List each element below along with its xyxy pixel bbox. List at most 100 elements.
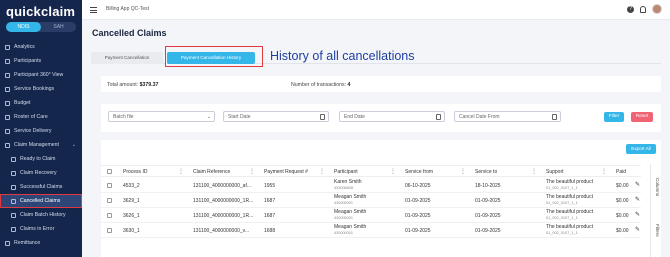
service-to-cell: 01-09-2025 xyxy=(475,198,501,204)
table-header: Process ID Claim Reference Payment Request… xyxy=(101,165,641,177)
service-to-cell: 01-09-2025 xyxy=(475,228,501,234)
chevron-down-icon[interactable]: ⌄ xyxy=(72,142,76,148)
sidebar-item-cancelled-claims[interactable]: Cancelled Claims xyxy=(0,194,82,208)
support-name-cell: The beautiful product xyxy=(546,194,593,200)
page-title: Cancelled Claims xyxy=(92,28,167,38)
support-code-cell: 01_002_0107_1_1 xyxy=(546,216,578,220)
process-id-cell: 3630_1 xyxy=(123,228,140,234)
edit-pencil-icon[interactable]: ✎ xyxy=(635,211,640,218)
sidebar-item-participant-360-view[interactable]: Participant 360° View xyxy=(0,68,82,82)
support-name-cell: The beautiful product xyxy=(546,224,593,230)
claim-reference-cell: 131100_4000000000_1R... xyxy=(193,213,254,219)
sidebar-item-analytics[interactable]: Analytics xyxy=(0,40,82,54)
table-row[interactable]: 3626_1 131100_4000000000_1R... 1687 Meagan … xyxy=(101,208,641,223)
start-date-field[interactable]: Start Date xyxy=(223,111,329,122)
row-checkbox[interactable] xyxy=(107,213,112,218)
avatar[interactable] xyxy=(652,4,662,14)
ready-to-claim-icon xyxy=(11,156,16,162)
sidebar-item-claims-in-error[interactable]: Claims in Error xyxy=(0,222,82,236)
annotation-text: History of all cancellations xyxy=(270,49,415,63)
end-date-field[interactable]: End Date xyxy=(339,111,445,122)
sidebar-item-remittance[interactable]: Remittance xyxy=(0,236,82,250)
reset-button[interactable]: Reset xyxy=(631,112,653,122)
cancel-date-from-field[interactable]: Cancel Date From xyxy=(454,111,561,122)
column-menu-icon[interactable]: ⋮ xyxy=(319,168,325,175)
sidebar-item-roster-of-care[interactable]: Roster of Care xyxy=(0,110,82,124)
filters-panel-toggle[interactable]: Filters xyxy=(655,224,660,237)
help-icon[interactable]: ? xyxy=(627,5,634,13)
column-menu-icon[interactable]: ⋮ xyxy=(531,168,537,175)
table-row[interactable]: 4533_2 131100_4000000000_af... 1955 Karen S… xyxy=(101,178,641,193)
toggle-sah[interactable]: SAH xyxy=(41,22,76,32)
program-toggle[interactable]: NDIS SAH xyxy=(6,22,76,32)
paid-cell: $0.00 xyxy=(616,228,629,234)
service-to-cell: 18-10-2025 xyxy=(475,183,501,189)
process-id-cell: 3626_1 xyxy=(123,213,140,219)
edit-pencil-icon[interactable]: ✎ xyxy=(635,226,640,233)
claim-management-icon xyxy=(5,142,10,148)
payment-request-cell: 1687 xyxy=(264,198,276,204)
sidebar-item-participants[interactable]: Participants xyxy=(0,54,82,68)
claims-table-card: Export All Process ID Claim Reference Paym… xyxy=(101,140,661,257)
column-menu-icon[interactable]: ⋮ xyxy=(178,168,184,175)
payment-request-cell: 1955 xyxy=(264,183,276,189)
column-header[interactable]: Payment Request # xyxy=(264,169,308,175)
column-header[interactable]: Paid xyxy=(616,169,626,175)
column-header[interactable]: Support xyxy=(546,169,564,175)
column-header[interactable]: Service from xyxy=(405,169,433,175)
tab-payment-cancellation[interactable]: Payment Cancellation xyxy=(91,52,163,64)
column-menu-icon[interactable]: ⋮ xyxy=(460,168,466,175)
chevron-down-icon: ⌄ xyxy=(206,114,211,120)
paid-cell: $0.00 xyxy=(616,213,629,219)
filter-button[interactable]: Filter xyxy=(604,112,624,122)
hamburger-menu-icon[interactable] xyxy=(90,7,97,13)
participant-id-cell: 433006608 xyxy=(334,186,354,190)
successful-claims-icon xyxy=(11,184,16,190)
edit-pencil-icon[interactable]: ✎ xyxy=(635,196,640,203)
export-all-button[interactable]: Export All xyxy=(626,144,656,154)
column-header[interactable]: Service to xyxy=(475,169,497,175)
filter-bar: Batch file ⌄ Start Date End Date Cancel … xyxy=(101,104,661,132)
calendar-icon[interactable] xyxy=(320,114,325,120)
bell-icon[interactable] xyxy=(640,5,646,13)
sidebar-item-label: Participants xyxy=(14,58,42,64)
sidebar-item-claim-recovery[interactable]: Claim Recovery xyxy=(0,166,82,180)
calendar-icon[interactable] xyxy=(436,114,441,120)
column-header[interactable]: Process ID xyxy=(123,169,147,175)
edit-pencil-icon[interactable]: ✎ xyxy=(635,181,640,188)
columns-panel-toggle[interactable]: Columns xyxy=(655,178,660,196)
side-rail: Columns Filters xyxy=(650,164,661,257)
top-bar: Billing App QC-Test ? xyxy=(82,0,670,20)
support-name-cell: The beautiful product xyxy=(546,209,593,215)
remittance-icon xyxy=(5,240,10,246)
sidebar-item-service-delivery[interactable]: Service Delivery xyxy=(0,124,82,138)
batch-file-select[interactable]: Batch file ⌄ xyxy=(108,111,215,122)
sidebar-item-label: Claim Recovery xyxy=(20,170,57,176)
column-header[interactable]: Claim Reference xyxy=(193,169,230,175)
row-checkbox[interactable] xyxy=(107,198,112,203)
toggle-ndis[interactable]: NDIS xyxy=(6,22,41,32)
support-code-cell: 01_002_0107_1_1 xyxy=(546,201,578,205)
sidebar-item-ready-to-claim[interactable]: Ready to Claim xyxy=(0,152,82,166)
analytics-icon xyxy=(5,44,10,50)
row-checkbox[interactable] xyxy=(107,228,112,233)
sidebar-item-label: Remittance xyxy=(14,240,41,246)
sidebar-item-claim-management[interactable]: Claim Management ⌄ xyxy=(0,138,82,152)
column-menu-icon[interactable]: ⋮ xyxy=(249,168,255,175)
table-row[interactable]: 3629_1 131100_4000000000_1R... 1687 Meagan … xyxy=(101,193,641,208)
column-menu-icon[interactable]: ⋮ xyxy=(390,168,396,175)
sidebar-item-service-bookings[interactable]: Service Bookings xyxy=(0,82,82,96)
table-row[interactable]: 3630_1 131100_4000000000_v... 1688 Meagan S… xyxy=(101,223,641,238)
sidebar-item-label: Claim Batch History xyxy=(20,212,66,218)
sidebar-item-successful-claims[interactable]: Successful Claims xyxy=(0,180,82,194)
paid-cell: $0.00 xyxy=(616,198,629,204)
sidebar-item-claim-batch-history[interactable]: Claim Batch History xyxy=(0,208,82,222)
row-checkbox[interactable] xyxy=(107,183,112,188)
column-header[interactable]: Participant xyxy=(334,169,358,175)
participant-360-view-icon xyxy=(5,72,10,78)
sidebar-item-budget[interactable]: Budget xyxy=(0,96,82,110)
payment-request-cell: 1687 xyxy=(264,213,276,219)
column-menu-icon[interactable]: ⋮ xyxy=(601,168,607,175)
calendar-icon[interactable] xyxy=(552,114,557,120)
select-all-checkbox[interactable] xyxy=(107,169,112,174)
